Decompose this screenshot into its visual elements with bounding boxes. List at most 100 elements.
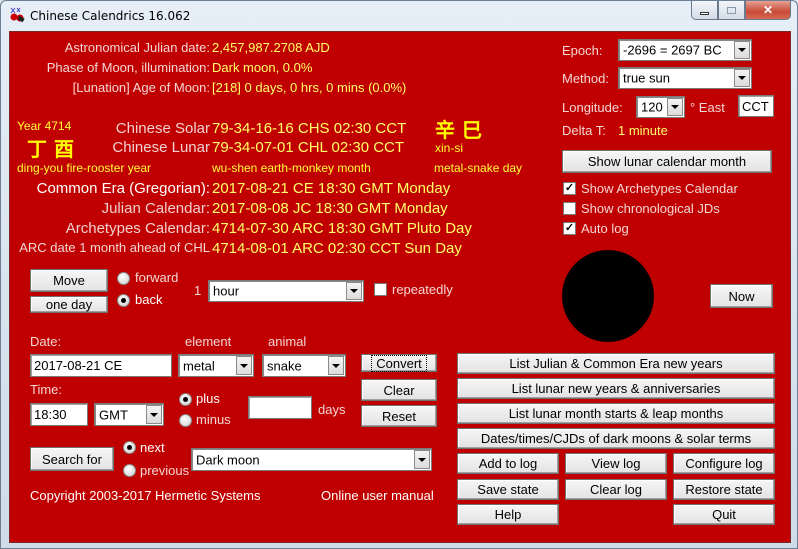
close-button[interactable]: ✕ [745, 1, 791, 20]
day-pinyin: xin-si [435, 141, 464, 155]
archetypes-calendar-label: Archetypes Calendar: [65, 220, 210, 237]
minus-radio[interactable] [179, 414, 192, 427]
chevron-down-icon[interactable] [734, 41, 750, 59]
show-archetypes-checkbox[interactable]: ✓ [563, 182, 576, 195]
clear-log-button[interactable]: Clear log [565, 479, 667, 500]
show-chronological-jds-label: Show chronological JDs [581, 201, 720, 216]
year-description: ding-you fire-rooster year [17, 161, 152, 175]
main-panel: Astronomical Julian date: 2,457,987.2708… [9, 31, 791, 543]
auto-log-checkbox[interactable]: ✓ [563, 222, 576, 235]
maximize-icon [727, 6, 736, 14]
chevron-down-icon[interactable] [667, 98, 683, 116]
chevron-down-icon[interactable] [734, 69, 750, 87]
year-characters: 丁 酉 [27, 137, 74, 161]
window-title: Chinese Calendrics 16.062 [30, 9, 191, 23]
element-label: element [185, 334, 232, 349]
moon-phase-graphic [562, 250, 654, 342]
quit-button[interactable]: Quit [673, 504, 775, 525]
title-bar[interactable]: Chinese Calendrics 16.062 ✕ [1, 1, 797, 31]
moon-phase-label: Phase of Moon, illumination: [46, 60, 210, 75]
animal-select[interactable]: snake [262, 354, 346, 377]
date-input[interactable] [30, 354, 172, 377]
move-unit-select[interactable]: hour [208, 280, 364, 302]
longitude-select[interactable]: 120 [636, 96, 685, 118]
list-lunar-new-years-button[interactable]: List lunar new years & anniversaries [457, 378, 775, 399]
configure-log-button[interactable]: Configure log [673, 453, 775, 474]
copyright-text: Copyright 2003-2017 Hermetic Systems [30, 488, 261, 503]
save-state-button[interactable]: Save state [457, 479, 559, 500]
archetypes-calendar-value: 4714-07-30 ARC 18:30 GMT Pluto Day [212, 220, 472, 237]
clear-button[interactable]: Clear [361, 379, 437, 401]
chinese-lunar-value: 79-34-07-01 CHL 02:30 CCT [212, 139, 405, 156]
ajd-value: 2,457,987.2708 AJD [212, 40, 330, 55]
days-label: days [318, 402, 346, 417]
timezone-input[interactable] [738, 95, 774, 117]
move-unit-button[interactable]: one day [30, 296, 108, 313]
chinese-lunar-label: Chinese Lunar [112, 139, 210, 156]
arc-ahead-value: 4714-08-01 ARC 02:30 CCT Sun Day [212, 240, 462, 257]
ajd-label: Astronomical Julian date: [64, 40, 210, 55]
online-manual-link[interactable]: Online user manual [321, 488, 434, 503]
show-lunar-month-button[interactable]: Show lunar calendar month [562, 150, 772, 173]
reset-button[interactable]: Reset [361, 405, 437, 427]
plus-radio[interactable] [179, 393, 192, 406]
restore-state-button[interactable]: Restore state [673, 479, 775, 500]
date-label: Date: [30, 334, 62, 349]
back-radio[interactable] [117, 294, 130, 307]
moon-phase-value: Dark moon, 0.0% [212, 60, 313, 75]
help-button[interactable]: Help [457, 504, 559, 525]
repeatedly-checkbox[interactable] [374, 283, 387, 296]
delta-t-label: Delta T: [562, 123, 606, 138]
dark-moons-solar-terms-button[interactable]: Dates/times/CJDs of dark moons & solar t… [457, 428, 775, 449]
time-label: Time: [30, 382, 63, 397]
minimize-button[interactable] [691, 1, 718, 20]
minus-label: minus [196, 412, 231, 427]
firecracker-icon [10, 7, 25, 23]
epoch-select[interactable]: -2696 = 2697 BC [618, 39, 752, 61]
time-input[interactable] [30, 403, 88, 426]
convert-button[interactable]: Convert [361, 354, 437, 372]
move-count: 1 [194, 283, 202, 298]
days-input[interactable] [248, 396, 312, 419]
move-button[interactable]: Move [30, 269, 108, 292]
minimize-icon [700, 11, 709, 15]
chevron-down-icon[interactable] [328, 356, 344, 375]
search-target-select[interactable]: Dark moon [191, 448, 432, 471]
add-to-log-button[interactable]: Add to log [457, 453, 559, 474]
chevron-down-icon[interactable] [236, 356, 252, 375]
method-select[interactable]: true sun [618, 67, 752, 89]
plus-label: plus [196, 391, 220, 406]
element-select[interactable]: metal [178, 354, 254, 377]
chevron-down-icon[interactable] [146, 405, 162, 424]
search-for-button[interactable]: Search for [30, 447, 114, 471]
previous-radio[interactable] [123, 464, 136, 477]
forward-label: forward [135, 270, 179, 285]
back-label: back [135, 292, 163, 307]
arc-ahead-label: ARC date 1 month ahead of CHL [19, 240, 210, 255]
longitude-label: Longitude: [562, 100, 623, 115]
julian-calendar-value: 2017-08-08 JC 18:30 GMT Monday [212, 200, 448, 217]
moon-age-label: [Lunation] Age of Moon: [72, 80, 210, 95]
time-zone-select[interactable]: GMT [94, 403, 164, 426]
epoch-label: Epoch: [562, 43, 603, 58]
show-chronological-jds-checkbox[interactable] [563, 202, 576, 215]
julian-calendar-label: Julian Calendar: [101, 200, 210, 217]
list-lunar-month-starts-button[interactable]: List lunar month starts & leap months [457, 403, 775, 424]
show-archetypes-label: Show Archetypes Calendar [581, 181, 738, 196]
east-label: ° East [690, 100, 725, 115]
view-log-button[interactable]: View log [565, 453, 667, 474]
chinese-year-label: Year 4714 [17, 119, 72, 133]
now-button[interactable]: Now [710, 284, 773, 308]
chevron-down-icon[interactable] [414, 450, 430, 469]
common-era-label: Common Era (Gregorian): [36, 180, 210, 197]
month-description: wu-shen earth-monkey month [212, 161, 371, 175]
maximize-button[interactable] [718, 1, 745, 20]
method-label: Method: [562, 71, 609, 86]
day-characters: 辛 巳 [435, 118, 482, 142]
delta-t-value: 1 minute [618, 123, 668, 138]
list-julian-ce-new-years-button[interactable]: List Julian & Common Era new years [457, 353, 775, 374]
chevron-down-icon[interactable] [346, 282, 362, 300]
next-radio[interactable] [123, 441, 136, 454]
chinese-solar-value: 79-34-16-16 CHS 02:30 CCT [212, 120, 407, 137]
forward-radio[interactable] [117, 272, 130, 285]
